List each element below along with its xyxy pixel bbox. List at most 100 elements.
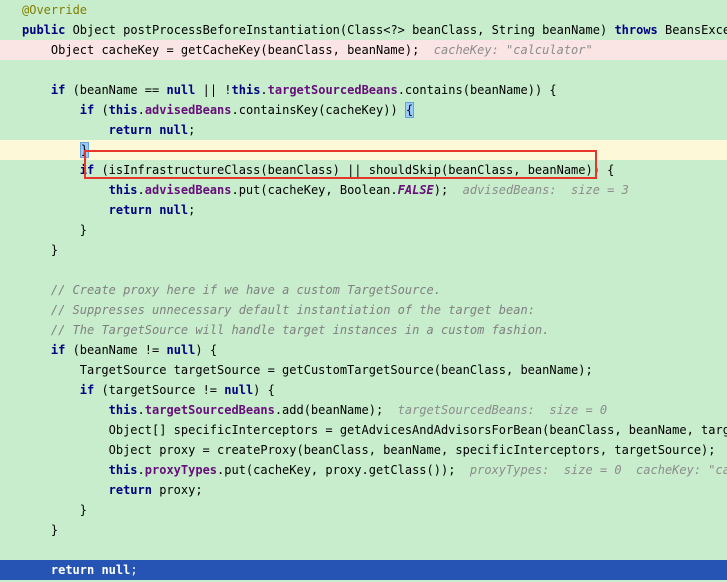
keyword-token: this [108, 103, 138, 117]
keyword-token: if [79, 103, 102, 117]
annotation-token: @Override [22, 3, 88, 17]
code-content: if (this.advisedBeans.containsKey(cacheK… [79, 100, 415, 120]
code-token: . [137, 183, 145, 197]
code-token: . [137, 103, 145, 117]
comment-text: // The TargetSource will handle target i… [50, 323, 550, 337]
code-token: ( [101, 103, 109, 117]
code-content: // The TargetSource will handle target i… [51, 320, 550, 340]
code-content: public Object postProcessBeforeInstantia… [22, 20, 727, 40]
code-line[interactable]: TargetSource targetSource = getCustomTar… [0, 360, 727, 380]
code-token: .put(cacheKey, proxy.getClass()); [217, 463, 470, 477]
code-token: proxy; [159, 483, 203, 497]
code-token: } [79, 223, 87, 237]
code-line[interactable]: return null; [0, 120, 727, 140]
keyword-token: this [108, 463, 138, 477]
code-line[interactable]: this.advisedBeans.put(cacheKey, Boolean.… [0, 180, 727, 200]
code-line[interactable] [0, 540, 727, 560]
code-line[interactable] [0, 260, 727, 280]
code-content: } [51, 520, 58, 540]
code-content: } [80, 500, 87, 520]
code-line[interactable] [0, 60, 727, 80]
field-token: targetSourcedBeans [267, 83, 398, 97]
matched-brace: } [79, 142, 89, 158]
code-editor[interactable]: @Override public Object postProcessBefore… [0, 0, 727, 582]
code-line[interactable]: this.targetSourcedBeans.add(beanName); t… [0, 400, 727, 420]
code-line[interactable]: public Object postProcessBeforeInstantia… [0, 20, 727, 40]
code-token: Object cacheKey = getCacheKey(beanClass,… [50, 43, 434, 57]
keyword-token: null [224, 383, 254, 397]
keyword-token: public [22, 23, 73, 37]
keyword-token: if [50, 83, 73, 97]
code-line[interactable]: return null; [0, 200, 727, 220]
field-token: advisedBeans [144, 103, 232, 117]
keyword-token: return null [108, 123, 189, 137]
code-line[interactable]: Object proxy = createProxy(beanClass, be… [0, 440, 727, 460]
keyword-token: return null [108, 203, 189, 217]
code-content: this.advisedBeans.put(cacheKey, Boolean.… [109, 180, 629, 200]
code-line[interactable]: this.proxyTypes.put(cacheKey, proxy.getC… [0, 460, 727, 480]
code-line[interactable]: } [0, 520, 727, 540]
code-line[interactable]: if (this.advisedBeans.containsKey(cacheK… [0, 100, 727, 120]
code-content: } [79, 140, 89, 160]
code-line[interactable]: if (beanName != null) { [0, 340, 727, 360]
code-line[interactable]: } [0, 220, 727, 240]
code-content: TargetSource targetSource = getCustomTar… [80, 360, 593, 380]
code-line[interactable]: if (isInfrastructureClass(beanClass) || … [0, 160, 727, 180]
code-token: ; [188, 203, 196, 217]
code-line[interactable]: Object[] specificInterceptors = getAdvic… [0, 420, 727, 440]
constant-token: FALSE [397, 183, 434, 197]
code-lines: @Override public Object postProcessBefore… [0, 0, 727, 580]
code-token: ) { [195, 343, 218, 357]
code-token: } [79, 503, 87, 517]
code-line[interactable]: } [0, 500, 727, 520]
code-line-current-execution[interactable]: return null; [0, 560, 727, 580]
code-token: Object proxy = createProxy(beanClass, be… [108, 443, 727, 457]
code-line[interactable]: // Suppresses unnecessary default instan… [0, 300, 727, 320]
code-content: return null; [51, 560, 138, 580]
code-token: .containsKey(cacheKey)) [231, 103, 405, 117]
keyword-token: null [166, 83, 203, 97]
debug-inline-value: targetSourcedBeans: size = 0 [397, 403, 608, 417]
code-line[interactable]: @Override [0, 0, 727, 20]
code-token: ; [130, 563, 138, 577]
code-line[interactable]: } [0, 140, 727, 160]
code-token: ; [188, 123, 196, 137]
code-token: BeansException { [665, 23, 727, 37]
matched-brace: { [404, 102, 415, 118]
code-token: .add(beanName); [274, 403, 398, 417]
keyword-token: this [231, 83, 261, 97]
code-token: .contains(beanName)) { [397, 83, 557, 97]
code-token: .put(cacheKey, Boolean. [231, 183, 398, 197]
debug-inline-value: cacheKey: "calculator" [433, 43, 593, 57]
code-content: Object[] specificInterceptors = getAdvic… [109, 420, 727, 440]
code-content: return null; [109, 120, 196, 140]
keyword-token: throws [614, 23, 666, 37]
code-token: ) { [253, 383, 275, 397]
code-token: } [50, 243, 59, 257]
keyword-token: if [79, 163, 102, 177]
keyword-token: this [108, 183, 138, 197]
code-content: Object proxy = createProxy(beanClass, be… [109, 440, 727, 460]
code-content: this.proxyTypes.put(cacheKey, proxy.getC… [109, 460, 727, 480]
code-content: } [51, 240, 58, 260]
code-line[interactable]: if (targetSource != null) { [0, 380, 727, 400]
debug-inline-value: proxyTypes: size = 0 cacheKey: "calculat… [469, 463, 727, 477]
code-line[interactable]: Object cacheKey = getCacheKey(beanClass,… [0, 40, 727, 60]
code-token: . [260, 83, 268, 97]
keyword-token: return null [50, 563, 131, 577]
code-line[interactable]: return proxy; [0, 480, 727, 500]
code-line[interactable]: // Create proxy here if we have a custom… [0, 280, 727, 300]
code-content: // Create proxy here if we have a custom… [51, 280, 441, 300]
field-token: targetSourcedBeans [144, 403, 275, 417]
keyword-token: null [166, 343, 196, 357]
code-content: if (isInfrastructureClass(beanClass) || … [80, 160, 615, 180]
code-line[interactable]: } [0, 240, 727, 260]
comment-text: // Create proxy here if we have a custom… [50, 283, 442, 297]
code-content: return null; [109, 200, 196, 220]
code-line[interactable]: // The TargetSource will handle target i… [0, 320, 727, 340]
code-token: (beanName == [72, 83, 167, 97]
code-line[interactable]: if (beanName == null || !this.targetSour… [0, 80, 727, 100]
code-token: Object[] specificInterceptors = getAdvic… [108, 423, 727, 437]
keyword-token: return [108, 483, 160, 497]
code-content: @Override [22, 0, 87, 20]
